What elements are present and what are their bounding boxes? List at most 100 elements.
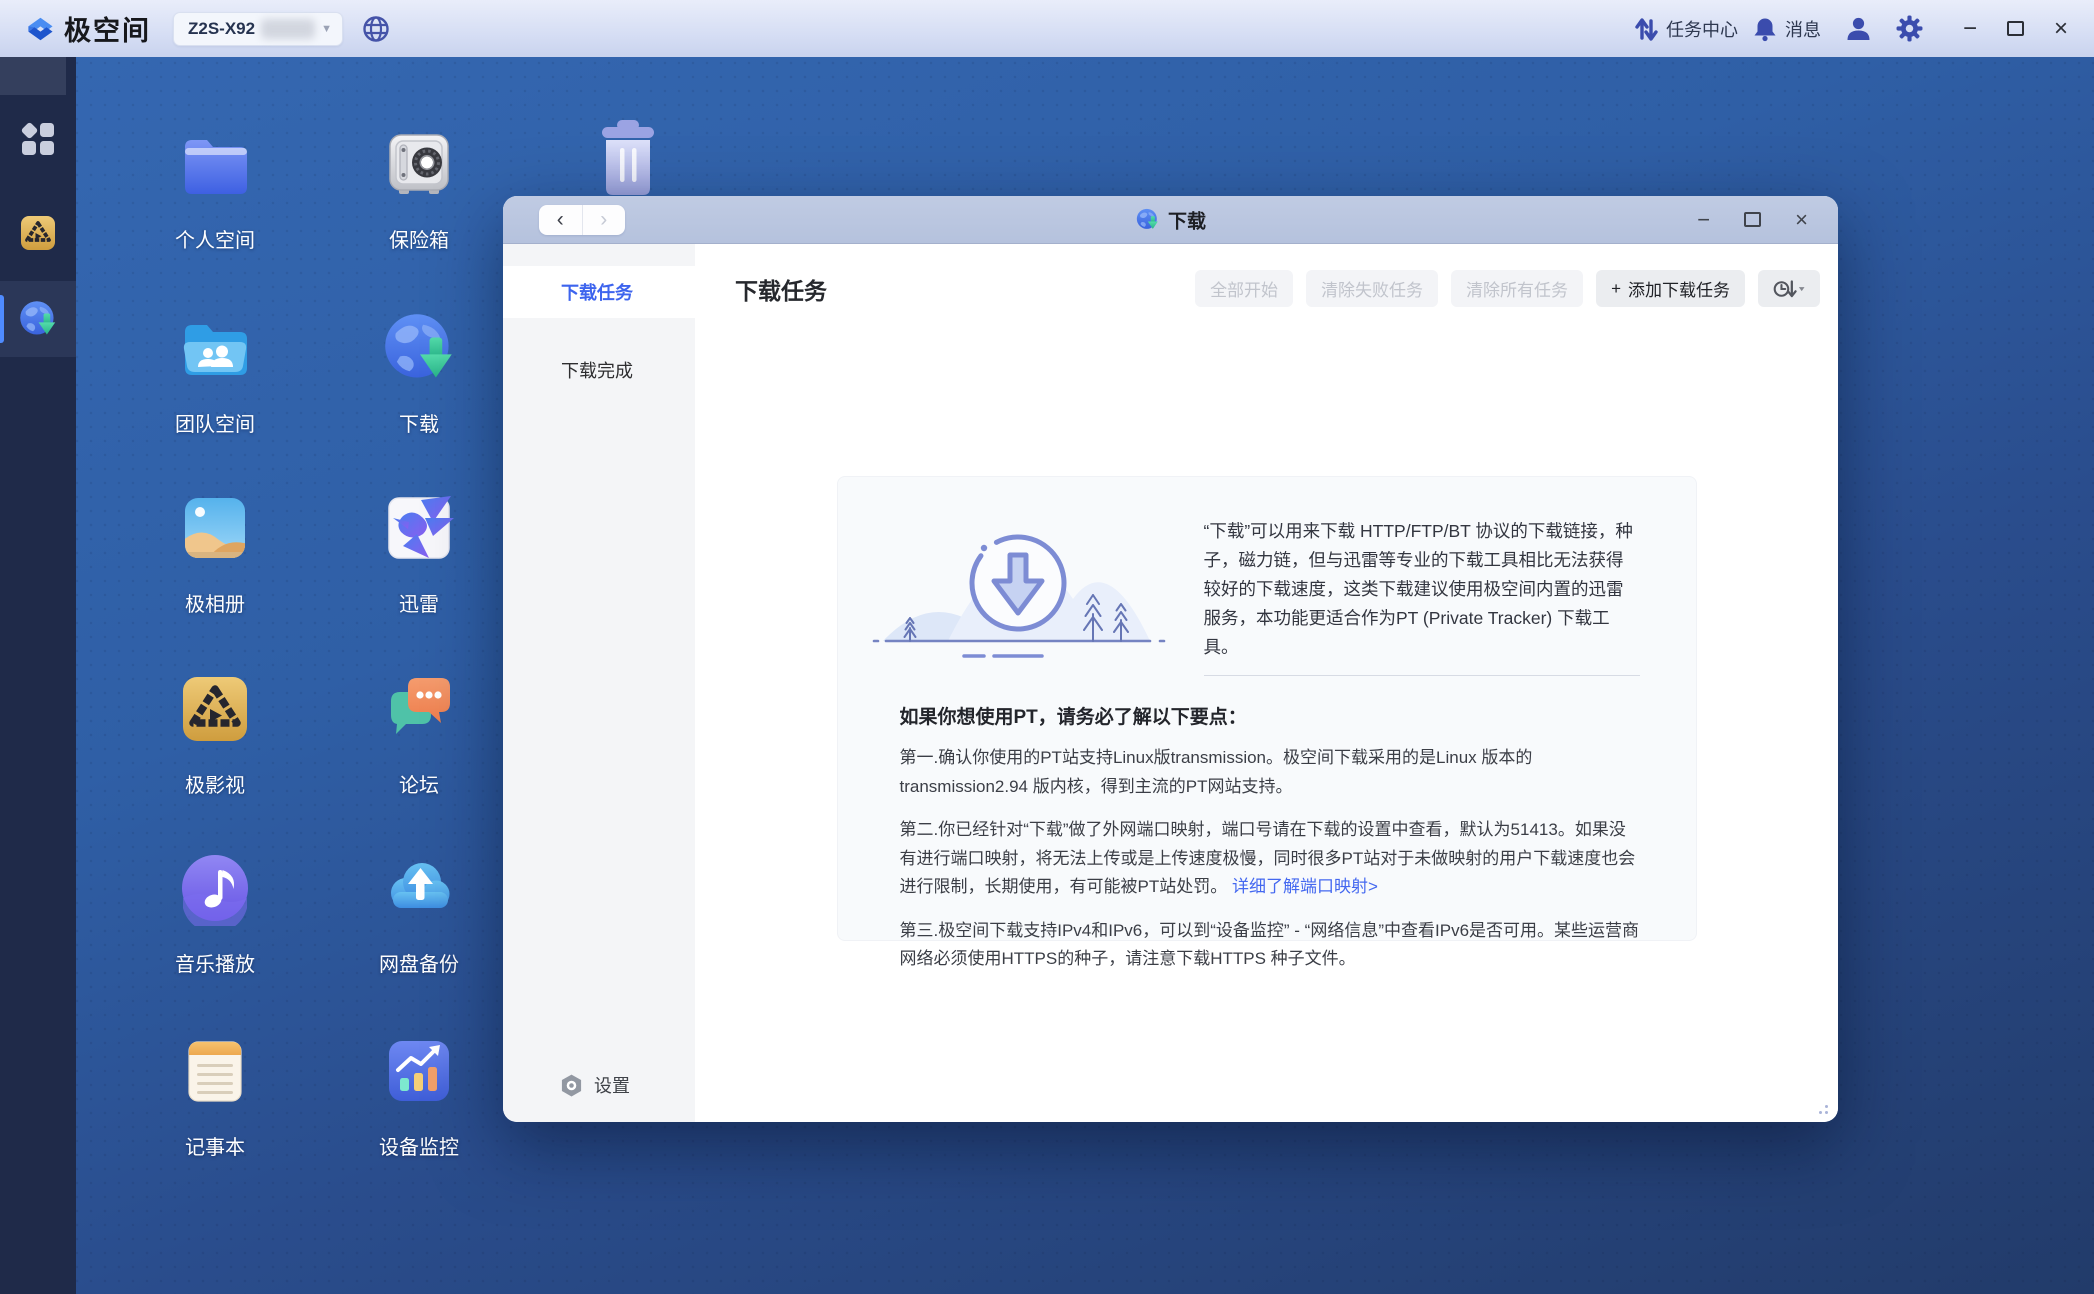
download-app-mini-icon — [1135, 208, 1159, 232]
rail-download-app-button[interactable] — [0, 281, 76, 357]
task-center-button[interactable]: 任务中心 — [1633, 16, 1738, 42]
icon-label: 网盘备份 — [349, 948, 489, 977]
desktop-icon-safe-box[interactable]: 保险箱 — [349, 126, 489, 253]
icon-label: 极影视 — [145, 769, 285, 798]
download-globe-icon — [381, 310, 457, 386]
forum-chat-icon — [381, 671, 457, 747]
pt-info-card: “下载”可以用来下载 HTTP/FTP/BT 协议的下载链接，种子，磁力链，但与… — [837, 476, 1697, 941]
app-grid-icon — [20, 121, 56, 157]
icon-label: 下载 — [349, 408, 489, 437]
chevron-down-icon: ▼ — [321, 23, 332, 35]
device-monitor-icon — [381, 1033, 457, 1109]
sort-order-button[interactable] — [1758, 270, 1820, 307]
close-button[interactable]: × — [1795, 209, 1808, 231]
tab-download-complete[interactable]: 下载完成 — [503, 344, 695, 396]
music-player-icon — [177, 850, 253, 926]
device-selector[interactable]: Z2S-X92 ▼ — [173, 12, 343, 46]
forward-button[interactable]: › — [583, 205, 626, 235]
movies-app-icon — [19, 214, 57, 252]
window-sidebar: 下载任务 下载完成 设置 — [503, 244, 695, 1122]
add-download-task-button[interactable]: + 添加下载任务 — [1596, 270, 1745, 307]
desktop-icon-xunlei[interactable]: 迅雷 — [349, 490, 489, 617]
device-name: Z2S-X92 — [188, 19, 255, 39]
resize-grip[interactable] — [1814, 1100, 1828, 1114]
photo-album-icon — [177, 490, 253, 566]
rail-top-block — [0, 57, 66, 95]
icon-label: 设备监控 — [349, 1131, 489, 1160]
brand-title: 极空间 — [64, 9, 151, 48]
minimize-button[interactable]: − — [1697, 209, 1710, 231]
settings-nut-icon — [559, 1073, 584, 1098]
add-task-label: 添加下载任务 — [1628, 276, 1730, 301]
rail-app-grid-button[interactable] — [0, 101, 76, 177]
desktop-icon-team-space[interactable]: 团队空间 — [145, 310, 285, 437]
window-title-text: 下载 — [1168, 206, 1206, 233]
maximize-button[interactable] — [1744, 212, 1761, 227]
icon-label: 音乐播放 — [145, 948, 285, 977]
device-name-redacted — [261, 19, 315, 39]
zspace-logo-icon — [18, 10, 56, 48]
icon-label: 团队空间 — [145, 408, 285, 437]
desktop-icon-device-monitor[interactable]: 设备监控 — [349, 1033, 489, 1160]
user-account-icon[interactable] — [1845, 15, 1872, 42]
download-illustration — [868, 491, 1168, 676]
window-titlebar[interactable]: ‹ › 下载 − × — [503, 196, 1838, 244]
desktop-icon-music-player[interactable]: 音乐播放 — [145, 850, 285, 977]
icon-label: 迅雷 — [349, 588, 489, 617]
trash-bin-icon[interactable] — [597, 118, 659, 198]
rail-movies-app-button[interactable] — [0, 195, 76, 271]
window-controls: − × — [1697, 209, 1838, 231]
system-window-controls: − × — [1963, 17, 2068, 41]
desktop-icon-personal-space[interactable]: 个人空间 — [145, 126, 285, 253]
settings-gear-icon[interactable] — [1896, 15, 1923, 42]
icon-label: 记事本 — [145, 1131, 285, 1160]
messages-label: 消息 — [1785, 16, 1821, 42]
divider — [1204, 675, 1640, 676]
cloud-backup-icon — [381, 850, 457, 926]
download-app-icon — [18, 299, 58, 339]
icon-label: 个人空间 — [145, 224, 285, 253]
start-all-button[interactable]: 全部开始 — [1195, 270, 1293, 307]
page-title: 下载任务 — [735, 272, 827, 306]
movies-gold-icon — [177, 671, 253, 747]
desktop-icon-download-app[interactable]: 下载 — [349, 310, 489, 437]
icon-label: 极相册 — [145, 588, 285, 617]
intro-paragraph: “下载”可以用来下载 HTTP/FTP/BT 协议的下载链接，种子，磁力链，但与… — [1204, 517, 1640, 662]
maximize-button[interactable] — [2007, 21, 2024, 36]
port-mapping-link[interactable]: 详细了解端口映射> — [1232, 877, 1378, 896]
task-center-label: 任务中心 — [1666, 16, 1738, 42]
back-button[interactable]: ‹ — [539, 205, 583, 235]
icon-label: 论坛 — [349, 769, 489, 798]
sort-by-time-icon — [1773, 278, 1805, 300]
clear-all-button[interactable]: 清除所有任务 — [1451, 270, 1583, 307]
close-button[interactable]: × — [2054, 17, 2068, 41]
desktop-icon-forum[interactable]: 论坛 — [349, 671, 489, 798]
pt-heading: 如果你想使用PT，请务必了解以下要点： — [900, 702, 1640, 729]
desktop-icon-movies[interactable]: 极影视 — [145, 671, 285, 798]
pt-point-1: 第一.确认你使用的PT站支持Linux版transmission。极空间下载采用… — [900, 744, 1640, 801]
team-space-folder-icon — [177, 310, 253, 386]
xunlei-bird-icon — [381, 490, 457, 566]
minimize-button[interactable]: − — [1963, 17, 1977, 41]
settings-button[interactable]: 设置 — [559, 1072, 630, 1098]
desktop-icon-photo-album[interactable]: 极相册 — [145, 490, 285, 617]
desktop: 极空间 Z2S-X92 ▼ 任务中心 — [0, 0, 2094, 1294]
nav-buttons: ‹ › — [539, 205, 625, 235]
messages-button[interactable]: 消息 — [1752, 16, 1821, 42]
tab-download-tasks[interactable]: 下载任务 — [503, 266, 695, 318]
network-globe-icon[interactable] — [361, 14, 391, 44]
app-rail — [0, 57, 76, 1294]
task-center-icon — [1633, 16, 1659, 42]
settings-label: 设置 — [594, 1072, 630, 1098]
bell-icon — [1752, 16, 1778, 42]
clear-failed-button[interactable]: 清除失败任务 — [1306, 270, 1438, 307]
personal-space-folder-icon — [177, 126, 253, 202]
desktop-icon-notepad[interactable]: 记事本 — [145, 1033, 285, 1160]
desktop-icon-cloud-backup[interactable]: 网盘备份 — [349, 850, 489, 977]
pt-point-3: 第三.极空间下载支持IPv4和IPv6，可以到“设备监控” - “网络信息”中查… — [900, 917, 1640, 974]
plus-icon: + — [1611, 279, 1621, 299]
pt-point-2: 第二.你已经针对“下载”做了外网端口映射，端口号请在下载的设置中查看，默认为51… — [900, 816, 1640, 902]
icon-label: 保险箱 — [349, 224, 489, 253]
window-title: 下载 — [1135, 206, 1206, 233]
topbar-actions: 任务中心 消息 — [1633, 15, 2094, 42]
